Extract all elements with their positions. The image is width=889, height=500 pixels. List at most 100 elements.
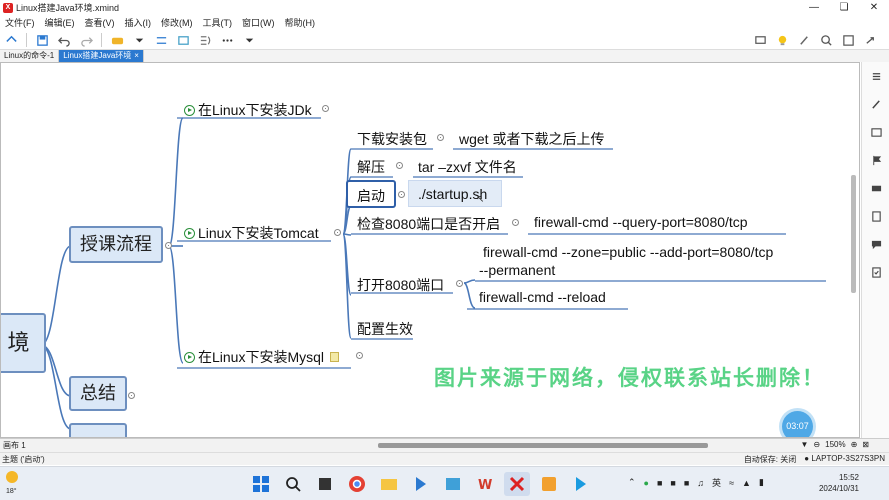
branch-install-mysql[interactable]: 在Linux下安装Mysql — [184, 347, 340, 367]
filter-icon[interactable]: ▼ — [801, 440, 809, 449]
menu-insert[interactable]: 插入(I) — [120, 16, 157, 29]
menu-view[interactable]: 查看(V) — [80, 16, 120, 29]
save-icon[interactable] — [33, 32, 51, 48]
photos-icon[interactable] — [440, 472, 466, 496]
collapse-toggle[interactable] — [322, 105, 329, 112]
tray-app-icon[interactable]: ■ — [684, 478, 689, 488]
branch-install-tomcat[interactable]: Linux下安装Tomcat — [184, 223, 319, 243]
task-view-icon[interactable] — [312, 472, 338, 496]
start-menu-icon[interactable] — [248, 472, 274, 496]
share-icon[interactable] — [861, 32, 879, 48]
step-open-port-command-1[interactable]: firewall-cmd --zone=public --add-port=80… — [479, 243, 773, 279]
marker-flag-icon[interactable] — [862, 146, 889, 174]
app-window-icon[interactable] — [536, 472, 562, 496]
xmind-taskbar-icon[interactable] — [504, 472, 530, 496]
zoom-out-icon[interactable]: ⊖ — [813, 440, 820, 449]
step-open-port-command-2[interactable]: firewall-cmd --reload — [479, 289, 606, 305]
idea-bulb-icon[interactable] — [773, 32, 791, 48]
step-start[interactable]: 启动 — [357, 186, 385, 206]
app-arrow-icon[interactable] — [568, 472, 594, 496]
outline-icon[interactable] — [862, 62, 889, 90]
zoom-in-icon[interactable]: ⊕ — [851, 440, 858, 449]
wifi-icon[interactable]: ≈ — [729, 478, 734, 488]
horizontal-scrollbar[interactable] — [378, 443, 708, 448]
sheet-tab[interactable]: 画布 1 — [3, 440, 26, 451]
collapse-toggle[interactable] — [334, 229, 341, 236]
step-download-command[interactable]: wget 或者下载之后上传 — [459, 129, 604, 149]
format-brush-icon[interactable] — [862, 90, 889, 118]
file-explorer-icon[interactable] — [376, 472, 402, 496]
collapse-toggle[interactable] — [456, 280, 463, 287]
main-topic-summary[interactable]: 总结 — [69, 376, 127, 411]
branch-install-jdk[interactable]: 在Linux下安装JDk — [184, 100, 312, 120]
app-blue-arrow-icon[interactable] — [408, 472, 434, 496]
zoom-level[interactable]: 150% — [825, 440, 845, 449]
main-topic-course-flow[interactable]: 授课流程 — [69, 226, 163, 263]
tray-app-icon[interactable]: ■ — [657, 478, 662, 488]
wechat-icon[interactable]: ● — [644, 478, 649, 488]
main-topic-partial[interactable] — [69, 423, 127, 437]
step-open-port[interactable]: 打开8080端口 — [357, 275, 444, 295]
collapse-toggle[interactable] — [356, 352, 363, 359]
collapse-toggle[interactable] — [437, 134, 444, 141]
summary-icon[interactable] — [196, 32, 214, 48]
search-icon[interactable] — [280, 472, 306, 496]
menu-edit[interactable]: 编辑(E) — [40, 16, 80, 29]
restore-button[interactable]: ❏ — [829, 0, 859, 15]
comment-icon[interactable] — [862, 230, 889, 258]
minimize-button[interactable]: — — [799, 0, 829, 15]
tab-linux-commands[interactable]: Linux的命令-1 — [0, 50, 60, 62]
collapse-toggle[interactable] — [396, 162, 403, 169]
chrome-icon[interactable] — [344, 472, 370, 496]
collapse-toggle[interactable] — [128, 392, 135, 399]
step-download[interactable]: 下载安装包 — [357, 129, 427, 149]
boundary-icon[interactable] — [174, 32, 192, 48]
tab-linux-java-env[interactable]: Linux搭建Java环境 × — [59, 50, 144, 62]
picture-icon[interactable] — [862, 118, 889, 146]
label-icon[interactable] — [862, 174, 889, 202]
undo-icon[interactable] — [55, 32, 73, 48]
battery-icon[interactable]: ▮ — [759, 477, 764, 488]
dropdown-icon[interactable] — [130, 32, 148, 48]
topic-icon[interactable] — [108, 32, 126, 48]
step-check-port[interactable]: 检查8080端口是否开启 — [357, 214, 500, 234]
wps-writer-icon[interactable]: W — [472, 472, 498, 496]
redo-icon[interactable] — [77, 32, 95, 48]
taskbar-clock[interactable]: 15:52 2024/10/31 — [819, 472, 859, 494]
step-apply-config[interactable]: 配置生效 — [357, 319, 413, 339]
speaker-icon[interactable]: ▲ — [742, 478, 751, 488]
weather-widget[interactable]: 18° — [6, 471, 18, 497]
relationship-icon[interactable] — [152, 32, 170, 48]
more-icon[interactable] — [218, 32, 236, 48]
presentation-icon[interactable] — [751, 32, 769, 48]
more-dropdown-icon[interactable] — [240, 32, 258, 48]
menu-window[interactable]: 窗口(W) — [237, 16, 280, 29]
step-extract-command[interactable]: tar –zxvf 文件名 — [418, 157, 517, 177]
chevron-up-icon[interactable]: ⌃ — [628, 477, 636, 488]
collapse-toggle[interactable] — [398, 191, 405, 198]
menu-file[interactable]: 文件(F) — [0, 16, 40, 29]
tray-app-icon[interactable]: ■ — [670, 478, 675, 488]
vertical-scrollbar[interactable] — [851, 175, 856, 293]
step-extract[interactable]: 解压 — [357, 157, 385, 177]
home-icon[interactable] — [2, 32, 20, 48]
notes-icon[interactable] — [862, 202, 889, 230]
note-icon[interactable] — [330, 352, 340, 362]
step-check-port-command[interactable]: firewall-cmd --query-port=8080/tcp — [534, 214, 748, 230]
menu-modify[interactable]: 修改(M) — [156, 16, 198, 29]
brush-icon[interactable] — [795, 32, 813, 48]
mindmap-canvas[interactable]: 境 授课流程 总结 在Linux下安装JDk Linux下安装Tomcat 在L… — [0, 62, 860, 438]
menu-tools[interactable]: 工具(T) — [198, 16, 238, 29]
search-icon[interactable] — [817, 32, 835, 48]
zoom-fit-icon[interactable] — [839, 32, 857, 48]
menu-help[interactable]: 帮助(H) — [280, 16, 321, 29]
ime-indicator[interactable]: 英 — [712, 476, 721, 489]
fit-icon[interactable]: ⊠ — [862, 440, 869, 449]
task-icon[interactable] — [862, 258, 889, 286]
collapse-toggle[interactable] — [512, 219, 519, 226]
tab-close-icon[interactable]: × — [134, 51, 139, 60]
volume-icon[interactable]: ♫ — [697, 478, 704, 488]
autosave-status[interactable]: 自动保存: 关闭 — [744, 454, 796, 465]
collapse-toggle[interactable] — [165, 242, 172, 249]
close-button[interactable]: ✕ — [859, 0, 889, 15]
